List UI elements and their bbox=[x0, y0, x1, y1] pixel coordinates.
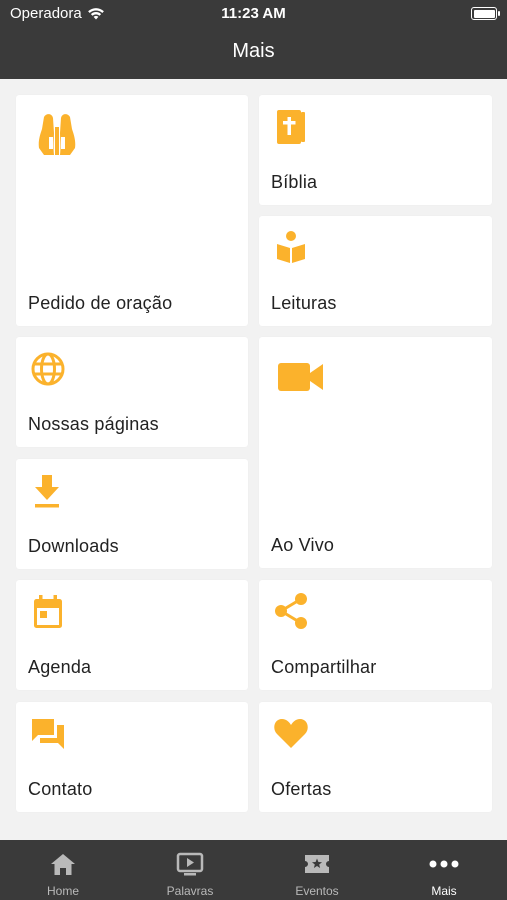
tab-label: Home bbox=[46, 884, 79, 898]
status-time: 11:23 AM bbox=[221, 5, 286, 22]
tile-label: Ao Vivo bbox=[271, 535, 335, 555]
tile-agenda[interactable]: Agenda bbox=[16, 580, 248, 690]
tile-label: Contato bbox=[28, 779, 93, 799]
battery-icon bbox=[471, 7, 500, 20]
tile-label: Nossas páginas bbox=[28, 414, 159, 434]
top-bar: Operadora 11:23 AM Mais bbox=[0, 0, 507, 79]
tile-label: Ofertas bbox=[271, 779, 332, 799]
tile-ao-vivo[interactable]: Ao Vivo bbox=[259, 337, 492, 568]
menu-grid: Pedido de oração Bíblia Leituras Nossas … bbox=[0, 79, 507, 840]
tile-label: Bíblia bbox=[271, 172, 318, 192]
video-camera-icon bbox=[278, 363, 323, 391]
play-screen-icon bbox=[176, 852, 204, 876]
home-icon bbox=[51, 854, 75, 875]
tab-bar: Home Palavras Eventos Mais bbox=[0, 840, 507, 900]
tab-label: Palavras bbox=[166, 884, 214, 898]
tab-label: Mais bbox=[431, 884, 457, 898]
tile-contato[interactable]: Contato bbox=[16, 702, 248, 812]
chat-icon bbox=[32, 719, 64, 749]
praying-hands-icon bbox=[38, 114, 76, 155]
tile-label: Agenda bbox=[28, 657, 92, 677]
tile-compartilhar[interactable]: Compartilhar bbox=[259, 580, 492, 690]
tile-leituras[interactable]: Leituras bbox=[259, 216, 492, 326]
tile-pedido-de-oracao[interactable]: Pedido de oração bbox=[16, 95, 248, 326]
tab-home[interactable]: Home bbox=[0, 840, 126, 900]
tile-ofertas[interactable]: Ofertas bbox=[259, 702, 492, 812]
tile-label: Downloads bbox=[28, 536, 119, 556]
tab-eventos[interactable]: Eventos bbox=[254, 840, 380, 900]
tile-biblia[interactable]: Bíblia bbox=[259, 95, 492, 205]
more-dots-icon bbox=[429, 860, 459, 868]
ticket-icon bbox=[305, 855, 329, 873]
reading-icon bbox=[277, 231, 305, 263]
tile-label: Leituras bbox=[271, 293, 337, 313]
download-icon bbox=[35, 475, 59, 508]
tile-label: Pedido de oração bbox=[28, 293, 173, 313]
share-icon bbox=[275, 593, 307, 629]
tab-mais[interactable]: Mais bbox=[381, 840, 507, 900]
bible-icon bbox=[277, 110, 305, 144]
globe-icon bbox=[31, 352, 65, 386]
heart-icon bbox=[274, 719, 308, 748]
tile-downloads[interactable]: Downloads bbox=[16, 459, 248, 569]
page-title: Mais bbox=[232, 40, 275, 62]
calendar-icon bbox=[34, 595, 62, 628]
tile-label: Compartilhar bbox=[271, 657, 377, 677]
tab-label: Eventos bbox=[295, 884, 339, 898]
tab-palavras[interactable]: Palavras bbox=[127, 840, 253, 900]
tile-nossas-paginas[interactable]: Nossas páginas bbox=[16, 337, 248, 447]
